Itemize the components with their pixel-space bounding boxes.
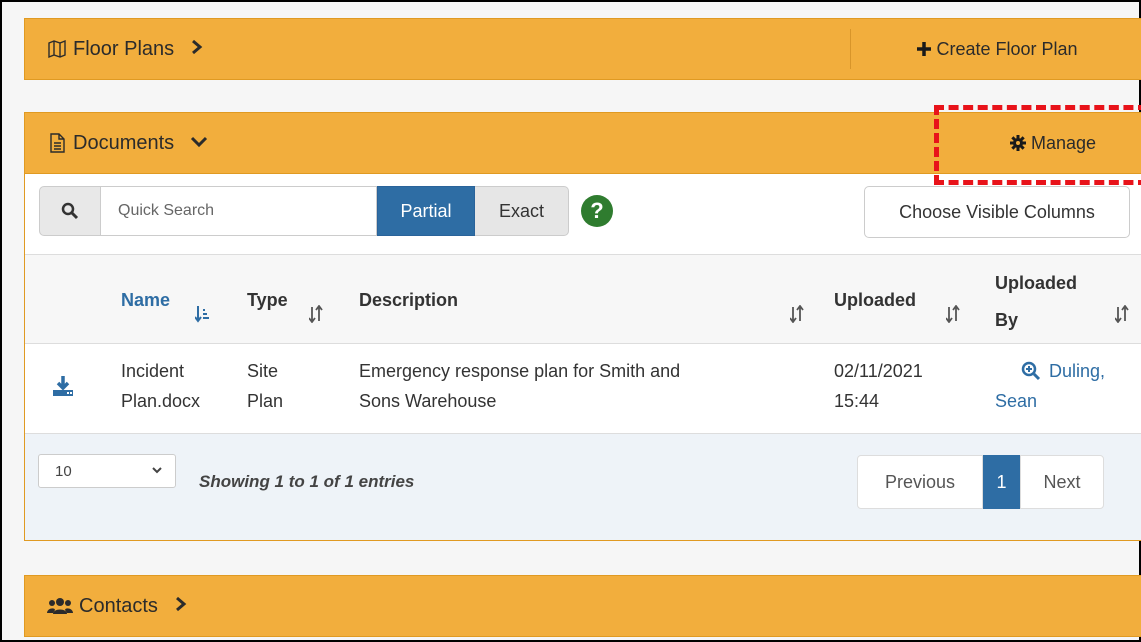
exact-match-button[interactable]: Exact: [475, 186, 569, 236]
cell-description: Emergency response plan for Smith and So…: [359, 356, 680, 416]
cell-type: Site Plan: [247, 356, 283, 416]
documents-panel-header[interactable]: Documents Manage: [24, 112, 1141, 174]
previous-page-button[interactable]: Previous: [857, 455, 983, 509]
entries-info: Showing 1 to 1 of 1 entries: [199, 472, 415, 491]
chevron-down-icon: [190, 132, 208, 155]
create-floor-plan-button[interactable]: Create Floor Plan: [851, 19, 1141, 79]
partial-match-button[interactable]: Partial: [377, 186, 475, 236]
cell-description-line-1: Emergency response plan for Smith and: [359, 361, 681, 381]
cell-uploaded-date: 02/11/2021: [834, 361, 923, 381]
map-icon: [47, 39, 67, 59]
contacts-header[interactable]: Contacts: [25, 595, 188, 618]
cell-type-line-2: Plan: [247, 391, 284, 411]
floor-plans-title: Floor Plans: [73, 37, 175, 60]
cell-name-line-2: Plan.docx: [121, 391, 201, 411]
floor-plans-panel[interactable]: Floor Plans Create Floor Plan: [24, 18, 1141, 80]
manage-button[interactable]: Manage: [962, 113, 1141, 173]
sort-icon: [308, 304, 323, 328]
column-header-uploaded-label: Uploaded: [834, 290, 917, 310]
uploader-link-1[interactable]: Duling,: [1049, 356, 1105, 386]
page-frame: Floor Plans Create Floor Plan Documents: [0, 0, 1141, 642]
floor-plans-header[interactable]: Floor Plans: [25, 38, 204, 61]
table-row: Incident Plan.docx Site Plan Emergency r…: [25, 344, 1141, 434]
uploader-line-1: Duling,: [995, 356, 1105, 386]
cell-type-line-1: Site: [247, 361, 279, 381]
quick-search-input[interactable]: [101, 186, 377, 236]
table-header: Name Type Description Uploaded Uploaded …: [25, 254, 1141, 344]
create-floor-plan-label: Create Floor Plan: [936, 38, 1078, 59]
document-icon: [47, 133, 67, 153]
chevron-right-icon: [190, 38, 204, 61]
download-icon[interactable]: [53, 375, 73, 402]
page-1-button[interactable]: 1: [983, 455, 1020, 509]
search-toolbar: Partial Exact ?: [39, 186, 613, 236]
sort-ascending-icon: [194, 305, 209, 328]
cell-uploaded: 02/11/2021 15:44: [834, 356, 923, 416]
zoom-in-icon[interactable]: [1021, 361, 1041, 381]
column-header-uploaded-by-label-2: By: [995, 310, 1019, 330]
page-length-select[interactable]: 10: [38, 454, 176, 488]
cell-uploaded-time: 15:44: [834, 391, 880, 411]
sort-icon: [945, 304, 960, 328]
column-header-type-label: Type: [247, 290, 288, 310]
users-icon: [47, 596, 73, 616]
documents-title: Documents: [73, 131, 175, 154]
chevron-down-icon: [151, 463, 163, 480]
documents-header[interactable]: Documents: [25, 132, 208, 155]
sort-icon: [1114, 304, 1129, 328]
search-button[interactable]: [39, 186, 101, 236]
column-header-uploaded-by-label-1: Uploaded: [995, 273, 1078, 293]
cell-uploaded-by: Duling, Sean: [995, 356, 1105, 416]
contacts-panel[interactable]: Contacts: [24, 575, 1141, 637]
manage-label: Manage: [1030, 132, 1097, 153]
page-length-value: 10: [55, 462, 72, 480]
plus-icon: [917, 42, 932, 56]
cell-description-line-2: Sons Warehouse: [359, 391, 497, 411]
pagination: Previous 1 Next: [857, 455, 1104, 509]
table-footer: 10 Showing 1 to 1 of 1 entries Previous …: [25, 434, 1141, 540]
sort-icon: [789, 304, 804, 328]
gear-icon: [1009, 135, 1026, 151]
uploader-link-2[interactable]: Sean: [995, 386, 1105, 416]
column-header-description-label: Description: [359, 290, 459, 310]
column-header-name-label: Name: [121, 290, 171, 310]
contacts-title: Contacts: [79, 594, 158, 617]
cell-name-line-1: Incident: [121, 361, 185, 381]
choose-visible-columns-button[interactable]: Choose Visible Columns: [864, 186, 1130, 238]
help-icon[interactable]: ?: [581, 195, 613, 227]
chevron-right-icon: [174, 595, 188, 618]
documents-panel-body: Partial Exact ? Choose Visible Columns N…: [24, 174, 1141, 541]
next-page-button[interactable]: Next: [1020, 455, 1104, 509]
search-icon: [61, 202, 79, 220]
cell-name: Incident Plan.docx: [121, 356, 200, 416]
